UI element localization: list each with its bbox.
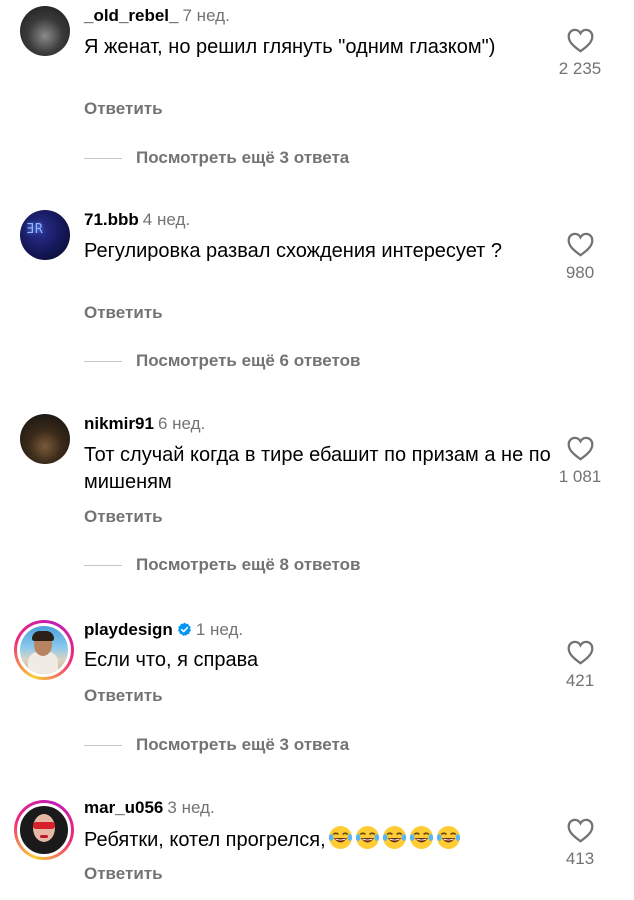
timestamp: 7 нед. [182,6,230,25]
like-control[interactable]: 421 [550,640,610,691]
comment-text: Тот случай когда в тире ебашит по призам… [84,444,551,493]
like-count: 421 [565,671,595,690]
view-more-replies-label[interactable]: Посмотреть ещё 3 ответа [136,148,349,168]
timestamp: 4 нед. [142,210,191,229]
tears-of-joy-emoji-icon [382,826,406,849]
heart-icon[interactable] [567,640,594,665]
like-control[interactable]: 980 [550,232,610,283]
avatar-photo [17,623,71,677]
avatar[interactable] [14,800,74,860]
divider-line [84,745,122,746]
comment-meta: nikmir91 6 нед. [84,414,205,434]
timestamp: 1 нед. [195,620,244,639]
comment-text-content: Ребятки, котел прогрелся, [84,829,326,851]
tears-of-joy-emoji-icon [409,826,433,849]
divider-line [84,565,122,566]
avatar-sunglasses [33,822,55,829]
like-count: 413 [565,849,595,868]
comment-meta: mar_u056 3 нед. [84,798,215,818]
neon-sign-icon: ƎR [26,222,44,237]
verified-badge-icon [177,622,191,636]
username[interactable]: nikmir91 [84,414,154,433]
heart-icon[interactable] [567,436,594,461]
avatar-photo [17,803,71,857]
tears-of-joy-emoji-icon [355,826,379,849]
timestamp: 3 нед. [167,798,215,817]
reply-button[interactable]: Ответить [84,864,163,884]
like-control[interactable]: 1 081 [550,436,610,487]
reply-button[interactable]: Ответить [84,686,163,706]
comment-meta: playdesign 1 нед. [84,620,243,640]
username[interactable]: mar_u056 [84,798,163,817]
username[interactable]: playdesign [84,620,173,639]
reply-button[interactable]: Ответить [84,303,163,323]
like-count: 2 235 [558,59,602,78]
view-more-replies-label[interactable]: Посмотреть ещё 6 ответов [136,351,360,371]
reply-button[interactable]: Ответить [84,99,163,119]
comment-text: Я женат, но решил глянуть "одним глазком… [84,36,496,58]
comment-text: Ребятки, котел прогрелся,😂😂😂😂😂 [84,825,554,854]
avatar[interactable]: ƎR [20,210,70,260]
divider-line [84,158,122,159]
view-more-replies-label[interactable]: Посмотреть ещё 3 ответа [136,735,349,755]
divider-line [84,361,122,362]
like-count: 1 081 [558,467,602,486]
avatar[interactable] [20,414,70,464]
avatar-hair [32,631,54,641]
view-more-replies-label[interactable]: Посмотреть ещё 8 ответов [136,555,360,575]
timestamp: 6 нед. [157,414,206,433]
heart-icon[interactable] [567,28,594,53]
avatar-lips [40,835,48,838]
tears-of-joy-emoji-icon [328,826,352,849]
comment-meta: 71.bbb 4 нед. [84,210,190,230]
comment-text: Регулировка развал схождения интересует … [84,240,503,262]
like-control[interactable]: 413 [550,818,610,869]
tears-of-joy-emoji-icon [436,826,460,849]
username[interactable]: 71.bbb [84,210,139,229]
reply-button[interactable]: Ответить [84,507,163,527]
heart-icon[interactable] [567,818,594,843]
avatar[interactable] [20,6,70,56]
heart-icon[interactable] [567,232,594,257]
username[interactable]: _old_rebel_ [84,6,179,25]
avatar[interactable] [14,620,74,680]
like-control[interactable]: 2 235 [550,28,610,79]
comment-meta: _old_rebel_ 7 нед. [84,6,230,26]
like-count: 980 [565,263,595,282]
comment-text: Если что, я справа [84,649,259,671]
